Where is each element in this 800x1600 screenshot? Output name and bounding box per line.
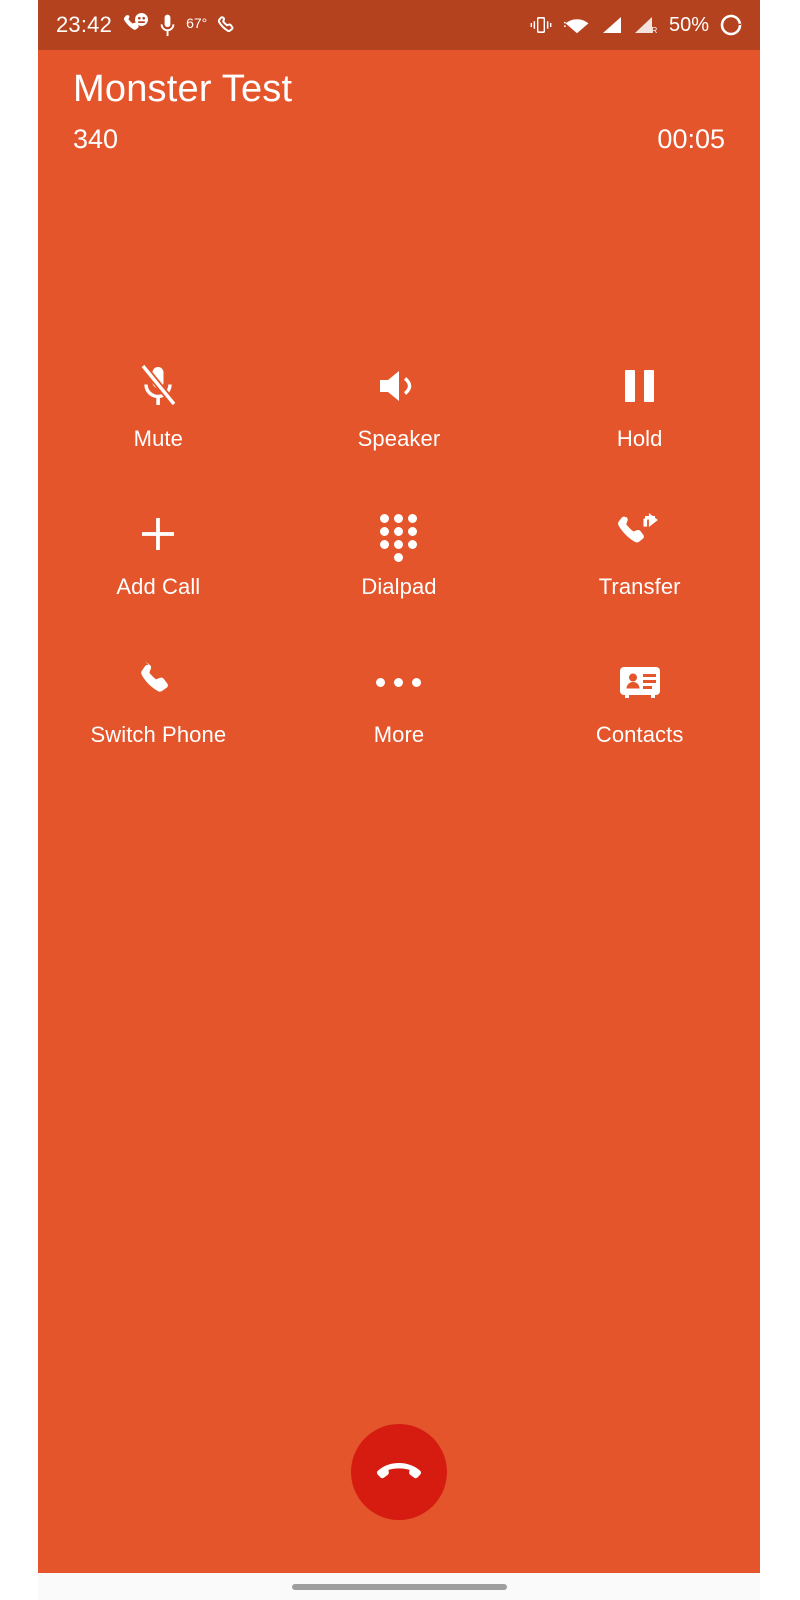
contacts-button[interactable]: Contacts bbox=[519, 656, 760, 748]
svg-text:R: R bbox=[651, 26, 657, 35]
more-horizontal-icon bbox=[376, 656, 422, 708]
speaker-button-label: Speaker bbox=[357, 426, 441, 451]
battery-percent-label: 50% bbox=[668, 14, 709, 36]
mute-button[interactable]: Mute bbox=[38, 360, 279, 452]
end-call-button[interactable] bbox=[351, 1424, 447, 1520]
phone-call-icon bbox=[218, 15, 234, 32]
pause-icon bbox=[625, 360, 655, 412]
contacts-button-label: Contacts bbox=[595, 722, 684, 747]
screen-root: 23:42 67° R 50% Monster Test 340 00:05 M… bbox=[0, 0, 800, 1600]
status-clock: 23:42 bbox=[56, 12, 113, 37]
call-transfer-icon bbox=[617, 508, 663, 560]
signal-bars-roaming-icon: R bbox=[634, 17, 657, 35]
home-gesture-pill[interactable] bbox=[291, 1583, 507, 1590]
mute-button-label: Mute bbox=[133, 426, 183, 451]
plus-icon bbox=[138, 508, 178, 560]
transfer-button-label: Transfer bbox=[598, 574, 681, 599]
end-call-icon bbox=[376, 1460, 422, 1485]
microphone-muted-icon bbox=[136, 360, 180, 412]
contact-card-icon bbox=[618, 656, 662, 708]
add-call-button[interactable]: Add Call bbox=[38, 508, 279, 600]
in-call-screen: Monster Test 340 00:05 Mute Speaker Hold… bbox=[38, 50, 760, 1573]
status-bar-right-group: R 50% bbox=[529, 14, 742, 36]
caller-number: 340 bbox=[73, 124, 119, 154]
add-call-button-label: Add Call bbox=[116, 574, 201, 599]
speaker-volume-icon bbox=[376, 360, 422, 412]
switch-phone-button[interactable]: Switch Phone bbox=[38, 656, 279, 748]
call-duration: 00:05 bbox=[657, 124, 725, 154]
caller-name: Monster Test bbox=[73, 68, 293, 110]
missed-call-icon bbox=[123, 13, 149, 30]
status-bar-left-group: 23:42 67° bbox=[56, 13, 239, 37]
call-actions-grid: Mute Speaker Hold Add Call Dialpad Trans… bbox=[38, 360, 760, 748]
microphone-icon bbox=[160, 14, 175, 36]
dialpad-button[interactable]: Dialpad bbox=[279, 508, 520, 600]
hold-button-label: Hold bbox=[616, 426, 663, 451]
transfer-button[interactable]: Transfer bbox=[519, 508, 760, 600]
signal-bars-icon bbox=[602, 17, 621, 33]
dialpad-button-label: Dialpad bbox=[361, 574, 437, 599]
phone-handset-icon bbox=[137, 656, 179, 708]
battery-circle-icon bbox=[720, 14, 742, 36]
phone-viewport: 23:42 67° R 50% Monster Test 340 00:05 M… bbox=[38, 0, 760, 1600]
more-button[interactable]: More bbox=[279, 656, 520, 748]
switch-phone-button-label: Switch Phone bbox=[90, 722, 227, 747]
vibrate-icon bbox=[530, 17, 552, 33]
wifi-icon bbox=[563, 19, 589, 34]
speaker-button[interactable]: Speaker bbox=[279, 360, 520, 452]
dialpad-icon bbox=[379, 508, 418, 562]
system-navigation-bar bbox=[38, 1573, 760, 1600]
hold-button[interactable]: Hold bbox=[519, 360, 760, 452]
status-bar[interactable]: 23:42 67° R 50% bbox=[38, 0, 760, 50]
more-button-label: More bbox=[373, 722, 425, 747]
status-temperature: 67° bbox=[186, 15, 208, 31]
